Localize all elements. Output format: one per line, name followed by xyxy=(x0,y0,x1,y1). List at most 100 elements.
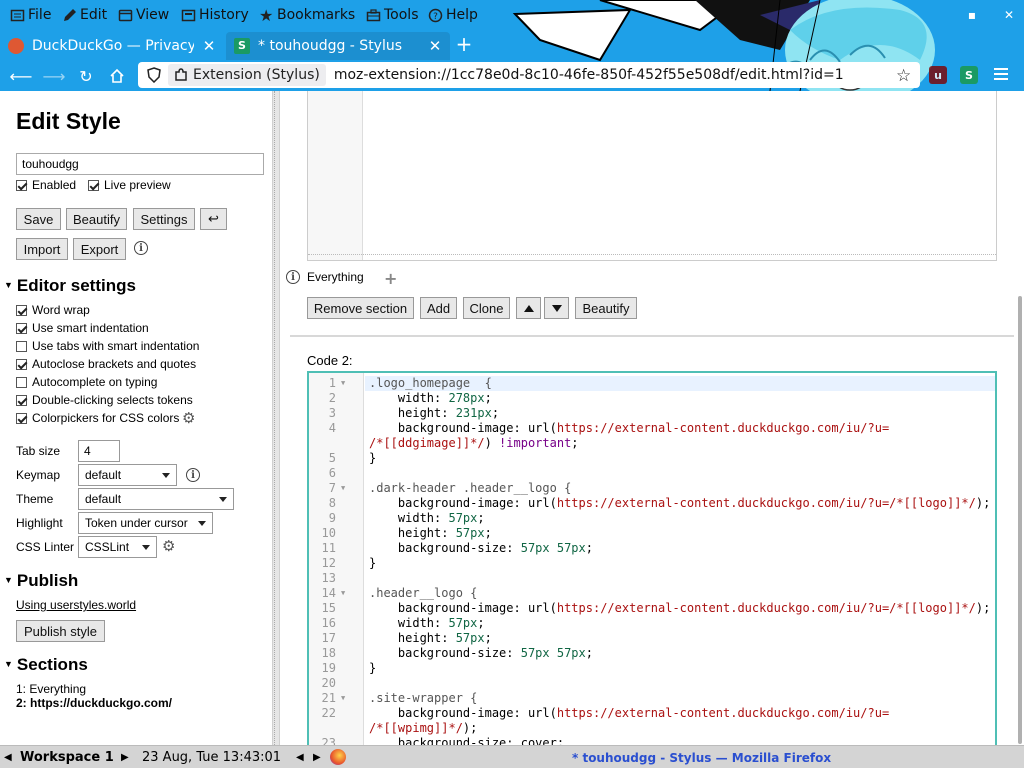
forward-icon[interactable]: ⟶ xyxy=(43,65,66,87)
beautify-button[interactable]: Beautify xyxy=(66,208,127,230)
menu-view[interactable]: View xyxy=(118,5,169,25)
option-smart-indentation[interactable]: Use smart indentation xyxy=(16,321,149,335)
userstyles-world-link[interactable]: Using userstyles.world xyxy=(16,598,136,612)
option-autocomplete[interactable]: Autocomplete on typing xyxy=(16,375,157,389)
code-editor-section-1[interactable] xyxy=(307,91,997,261)
code-line[interactable]: 9 width: 57px; xyxy=(309,511,995,526)
prev-workspace-icon[interactable]: ◀ xyxy=(4,752,12,763)
undo-button[interactable]: ↩ xyxy=(200,208,227,230)
settings-button[interactable]: Settings xyxy=(133,208,195,230)
code-line[interactable]: 5} xyxy=(309,451,995,466)
colorpicker-settings-gear-icon[interactable]: ⚙ xyxy=(182,411,196,426)
code-line[interactable]: 7 ▼ .dark-header .header__logo { xyxy=(309,481,995,496)
option-tabs-smart-indentation[interactable]: Use tabs with smart indentation xyxy=(16,339,199,353)
fold-marker-icon[interactable]: ▼ xyxy=(341,376,345,391)
checkbox-box[interactable] xyxy=(16,179,27,191)
live-preview-checkbox[interactable]: Live preview xyxy=(88,178,171,192)
code-line[interactable]: 10 height: 57px; xyxy=(309,526,995,541)
next-workspace-icon[interactable]: ▶ xyxy=(121,752,129,763)
code-line[interactable]: /*[[ddgimage]]*/) !important; xyxy=(309,436,995,451)
code-line[interactable]: 14 ▼ .header__logo { xyxy=(309,586,995,601)
ublock-icon[interactable]: u xyxy=(929,66,947,84)
stylus-extension-icon[interactable]: S xyxy=(960,66,978,84)
code-line[interactable]: 18 background-size: 57px 57px; xyxy=(309,646,995,661)
checkbox-box[interactable] xyxy=(88,179,99,191)
url-bar[interactable]: Extension (Stylus) moz-extension://1cc78… xyxy=(138,62,920,88)
reload-icon[interactable]: ↻ xyxy=(75,65,97,87)
move-up-button[interactable] xyxy=(516,297,541,319)
keymap-info-icon[interactable]: i xyxy=(186,468,200,482)
editor-settings-heading[interactable]: ▼ Editor settings xyxy=(4,276,136,296)
code-line[interactable]: 3 height: 231px; xyxy=(309,406,995,421)
new-tab-icon[interactable]: + xyxy=(455,34,473,54)
section-link-1[interactable]: 1: Everything xyxy=(16,682,86,696)
code-line[interactable]: 8 background-image: url(https://external… xyxy=(309,496,995,511)
menu-tools[interactable]: Tools xyxy=(366,5,419,25)
bookmark-star-icon[interactable]: ☆ xyxy=(896,66,911,86)
save-button[interactable]: Save xyxy=(16,208,61,230)
close-window-icon[interactable]: ✕ xyxy=(1001,7,1017,23)
code-editor-section-2[interactable]: 1 ▼ .logo_homepage {2 width: 278px; 3 heigh… xyxy=(307,371,997,745)
style-name-input[interactable] xyxy=(16,153,264,175)
remove-section-button[interactable]: Remove section xyxy=(307,297,414,319)
home-icon[interactable] xyxy=(106,65,128,87)
applies-info-icon[interactable]: i xyxy=(286,270,300,284)
fold-marker-icon[interactable]: ▼ xyxy=(341,586,345,601)
code-line[interactable]: 17 height: 57px; xyxy=(309,631,995,646)
menu-hamburger-icon[interactable] xyxy=(994,68,1008,80)
theme-select[interactable]: default xyxy=(78,488,234,510)
page-scrollbar[interactable] xyxy=(1016,91,1024,745)
tab-duckduckgo[interactable]: DuckDuckGo — Privacy, simplified. ✕ xyxy=(0,32,224,60)
code-line[interactable]: 22 background-image: url(https://externa… xyxy=(309,706,995,721)
checkbox-box[interactable] xyxy=(16,412,27,424)
code-line[interactable]: 2 width: 278px; xyxy=(309,391,995,406)
checkbox-box[interactable] xyxy=(16,322,27,334)
export-button[interactable]: Export xyxy=(73,238,126,260)
sections-heading[interactable]: ▼ Sections xyxy=(4,655,88,675)
menu-bookmarks[interactable]: ★ Bookmarks xyxy=(259,5,355,25)
checkbox-box[interactable] xyxy=(16,340,27,352)
info-icon[interactable]: i xyxy=(134,241,148,255)
checkbox-box[interactable] xyxy=(16,394,27,406)
code-line[interactable]: 1 ▼ .logo_homepage { xyxy=(309,376,995,391)
next-window-icon[interactable]: ▶ xyxy=(313,752,321,763)
code-line[interactable]: 20 xyxy=(309,676,995,691)
checkbox-box[interactable] xyxy=(16,376,27,388)
checkbox-box[interactable] xyxy=(16,358,27,370)
code-line[interactable]: /*[[wpimg]]*/); xyxy=(309,721,995,736)
checkbox-box[interactable] xyxy=(16,304,27,316)
identity-box[interactable]: Extension (Stylus) xyxy=(168,64,326,86)
code-line[interactable]: 19} xyxy=(309,661,995,676)
fold-marker-icon[interactable]: ▼ xyxy=(341,481,345,496)
add-applies-icon[interactable]: + xyxy=(384,269,397,288)
option-autoclose-brackets[interactable]: Autoclose brackets and quotes xyxy=(16,357,196,371)
sidebar-resize-handle[interactable] xyxy=(272,91,280,745)
code-line[interactable]: 15 background-image: url(https://externa… xyxy=(309,601,995,616)
back-icon[interactable]: ⟵ xyxy=(10,65,33,87)
menu-history[interactable]: History xyxy=(181,5,249,25)
tab-close-icon[interactable]: ✕ xyxy=(202,37,216,55)
code-line[interactable]: 12} xyxy=(309,556,995,571)
code-line[interactable]: 21 ▼ .site-wrapper { xyxy=(309,691,995,706)
fold-marker-icon[interactable]: ▼ xyxy=(341,691,345,706)
publish-style-button[interactable]: Publish style xyxy=(16,620,105,642)
move-down-button[interactable] xyxy=(544,297,569,319)
menu-help[interactable]: ? Help xyxy=(428,5,478,25)
scrollbar-thumb[interactable] xyxy=(1018,296,1022,744)
option-double-click-tokens[interactable]: Double-clicking selects tokens xyxy=(16,393,193,407)
highlight-select[interactable]: Token under cursor xyxy=(78,512,213,534)
menu-file[interactable]: File xyxy=(10,5,51,25)
code-line[interactable]: 23 background-size: cover; xyxy=(309,736,995,745)
code-line[interactable]: 16 width: 57px; xyxy=(309,616,995,631)
linter-settings-gear-icon[interactable]: ⚙ xyxy=(162,539,176,554)
tab-size-input[interactable] xyxy=(78,440,120,462)
minimize-icon[interactable]: ▪ xyxy=(964,7,980,23)
option-word-wrap[interactable]: Word wrap xyxy=(16,303,90,317)
css-linter-select[interactable]: CSSLint xyxy=(78,536,157,558)
tab-close-icon[interactable]: ✕ xyxy=(428,37,442,55)
clone-section-button[interactable]: Clone xyxy=(463,297,510,319)
code-line[interactable]: 11 background-size: 57px 57px; xyxy=(309,541,995,556)
active-window-title[interactable]: * touhoudgg - Stylus — Mozilla Firefox xyxy=(572,751,831,765)
menu-edit[interactable]: Edit xyxy=(62,5,107,25)
workspace-label[interactable]: Workspace 1 xyxy=(20,750,114,765)
